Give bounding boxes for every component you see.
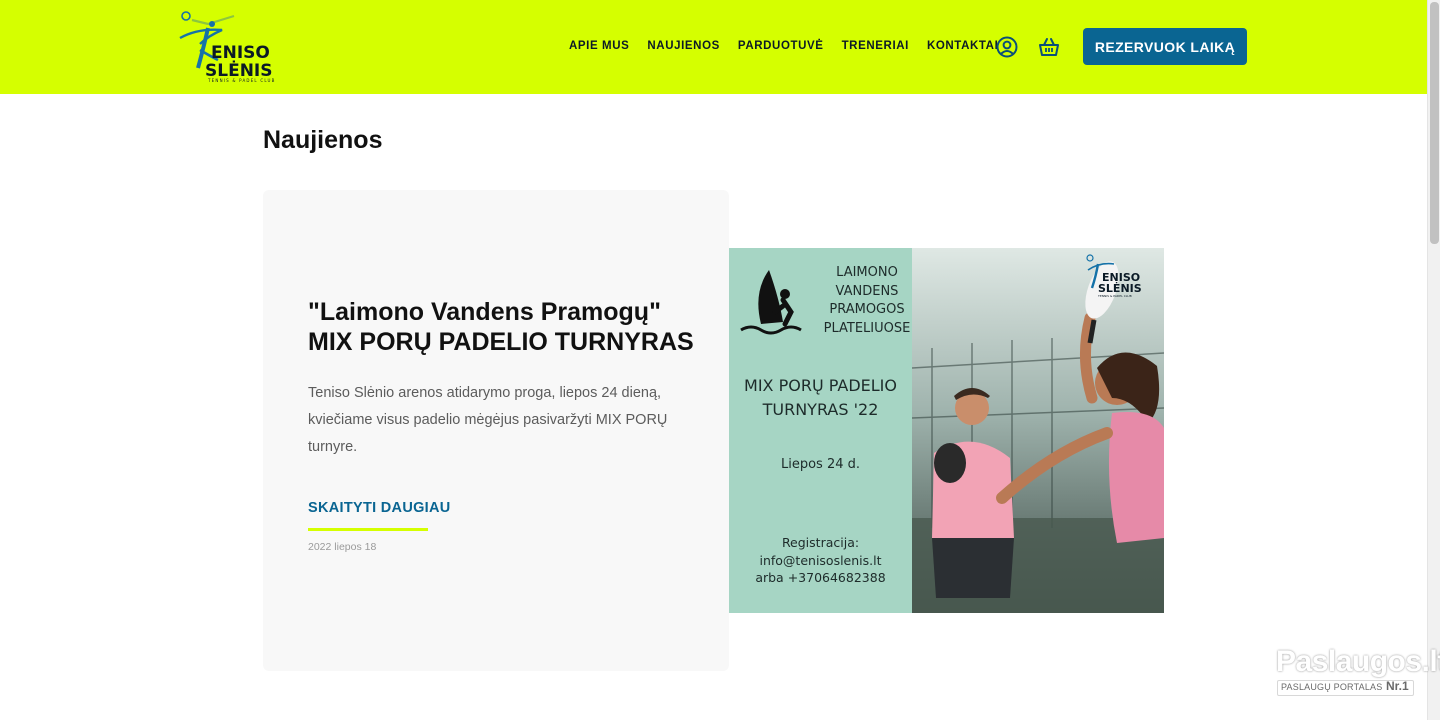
poster-date: Liepos 24 d. [780, 457, 861, 472]
svg-text:TENNIS & PADEL CLUB: TENNIS & PADEL CLUB [207, 78, 276, 83]
poster-organizer: LAIMONO VANDENS PRAMOGOS PLATELIUOSE [823, 265, 911, 336]
svg-text:SLĖNIS: SLĖNIS [1098, 281, 1142, 295]
nav-item-apie-mus[interactable]: APIE MUS [569, 40, 629, 52]
poster-event-title: MIX PORŲ PADELIO TURNYRAS '22 [744, 376, 897, 419]
watermark-subtitle: PASLAUGŲ PORTALAS [1281, 682, 1383, 692]
svg-text:ENISO: ENISO [211, 43, 270, 63]
site-header: ENISO SLĖNIS TENNIS & PADEL CLUB APIE MU… [0, 0, 1427, 94]
poster-info-panel: LAIMONO VANDENS PRAMOGOS PLATELIUOSE MIX… [729, 248, 912, 613]
read-more-link[interactable]: SKAITYTI DAUGIAU [308, 500, 451, 516]
post-title[interactable]: "Laimono Vandens Pramogų" MIX PORŲ PADEL… [308, 297, 708, 357]
padel-players-photo: ENISO SLĖNIS TENNIS & PADEL CLUB [912, 248, 1164, 613]
nav-item-parduotuve[interactable]: PARDUOTUVĖ [738, 40, 824, 52]
read-more-underline [308, 528, 428, 531]
page-scrollbar[interactable] [1427, 0, 1440, 720]
svg-text:TENNIS & PADEL CLUB: TENNIS & PADEL CLUB [1097, 294, 1132, 298]
user-account-icon[interactable] [996, 36, 1018, 58]
book-time-button[interactable]: REZERVUOK LAIKĄ [1083, 28, 1247, 65]
basket-icon[interactable] [1038, 36, 1060, 58]
teniso-slenis-logo[interactable]: ENISO SLĖNIS TENNIS & PADEL CLUB [178, 10, 290, 84]
main-nav: APIE MUS NAUJIENOS PARDUOTUVĖ TRENERIAI … [569, 40, 1016, 52]
poster-registration: Registracija: info@tenisoslenis.lt arba … [755, 535, 886, 585]
post-date: 2022 liepos 18 [308, 541, 377, 553]
post-excerpt: Teniso Slėnio arenos atidarymo proga, li… [308, 385, 668, 455]
post-poster-image[interactable]: LAIMONO VANDENS PRAMOGOS PLATELIUOSE MIX… [729, 248, 1164, 613]
windsurfer-icon [740, 270, 802, 335]
nav-item-naujienos[interactable]: NAUJIENOS [647, 40, 720, 52]
watermark-name: Paslaugos.lt [1276, 645, 1440, 678]
scrollbar-thumb[interactable] [1430, 2, 1439, 244]
page-title: Naujienos [263, 126, 383, 154]
paslaugos-watermark: Paslaugos.lt PASLAUGŲ PORTALAS Nr.1 [1276, 645, 1440, 699]
nav-item-treneriai[interactable]: TRENERIAI [842, 40, 909, 52]
watermark-badge: Nr.1 [1386, 679, 1409, 693]
nav-item-kontaktai[interactable]: KONTAKTAI [927, 40, 998, 52]
